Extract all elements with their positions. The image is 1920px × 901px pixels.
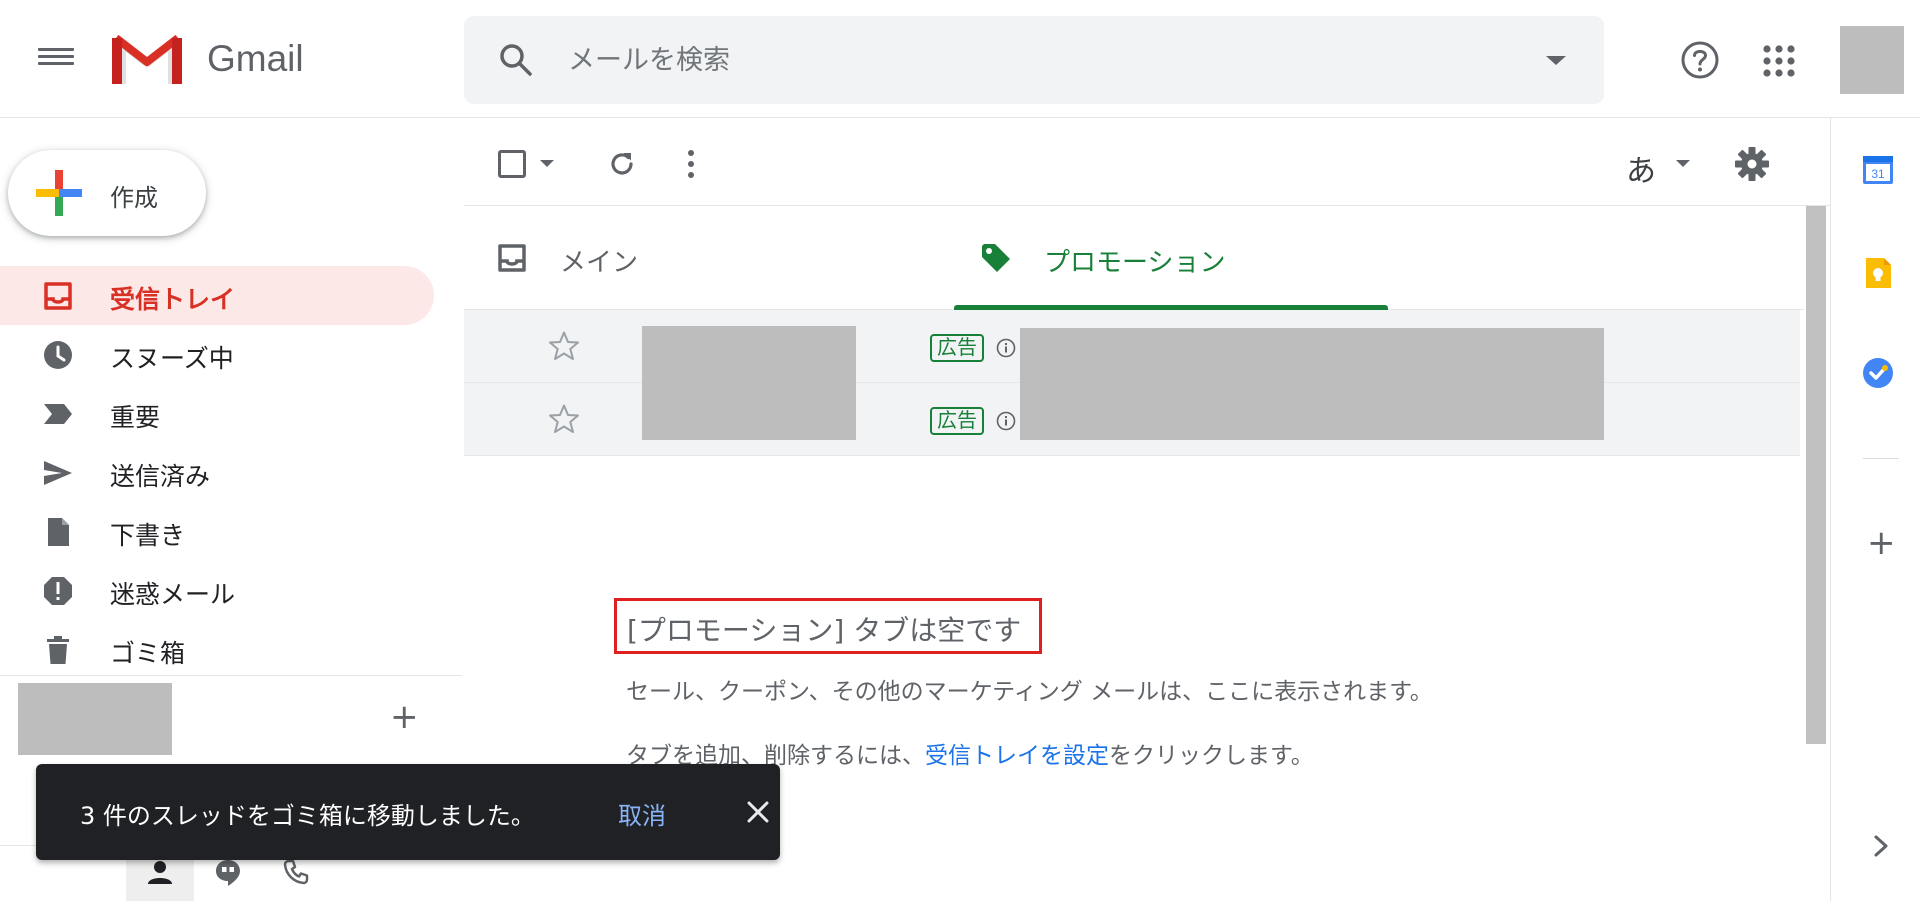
tab-main-label: メイン bbox=[560, 248, 639, 278]
draft-icon bbox=[48, 518, 69, 546]
sidebar-item-label: スヌーズ中 bbox=[110, 344, 234, 373]
tab-promotions-label: プロモーション bbox=[1044, 248, 1226, 278]
inbox-icon bbox=[44, 282, 72, 310]
chevron-right-icon[interactable] bbox=[1871, 834, 1891, 858]
snackbar: 3 件のスレッドをゴミ箱に移動しました。 取消 bbox=[36, 764, 780, 860]
input-tools-button[interactable]: あ bbox=[1626, 146, 1656, 190]
sidebar-item-sent[interactable]: 送信済み bbox=[0, 443, 434, 502]
redacted-sender bbox=[642, 326, 856, 440]
sidebar-item-drafts[interactable]: 下書き bbox=[0, 502, 434, 561]
hangouts-icon bbox=[216, 860, 240, 886]
send-icon bbox=[44, 461, 72, 485]
star-icon[interactable] bbox=[548, 330, 580, 362]
category-tabs: メイン プロモーション bbox=[464, 206, 1804, 310]
info-icon[interactable] bbox=[996, 338, 1016, 358]
side-panel: 31 + bbox=[1830, 118, 1920, 901]
search-options-dropdown-icon[interactable] bbox=[1546, 56, 1566, 65]
trash-icon bbox=[47, 636, 69, 664]
keep-icon[interactable] bbox=[1861, 256, 1895, 290]
refresh-icon[interactable] bbox=[606, 148, 638, 180]
compose-plus-icon bbox=[36, 170, 82, 216]
sidebar-item-label: 下書き bbox=[110, 521, 186, 550]
undo-button[interactable]: 取消 bbox=[618, 796, 666, 831]
person-icon bbox=[148, 861, 172, 884]
inbox-icon bbox=[498, 244, 526, 272]
sidebar-item-label: 送信済み bbox=[110, 462, 211, 491]
important-icon bbox=[44, 404, 72, 424]
account-avatar[interactable] bbox=[1840, 26, 1904, 94]
add-label-icon[interactable]: + bbox=[390, 700, 419, 734]
clock-icon bbox=[44, 341, 72, 369]
empty-state-description: セール、クーポン、その他のマーケティング メールは、ここに表示されます。 bbox=[626, 679, 1433, 705]
add-addon-icon[interactable]: + bbox=[1867, 526, 1896, 560]
sidebar-divider bbox=[0, 675, 462, 676]
inbox-settings-link[interactable]: 受信トレイを設定 bbox=[925, 743, 1109, 769]
sidebar-item-important[interactable]: 重要 bbox=[0, 384, 434, 443]
sidebar-item-inbox[interactable]: 受信トレイ bbox=[0, 266, 434, 325]
sidebar-item-trash[interactable]: ゴミ箱 bbox=[0, 620, 434, 679]
gmail-logo-icon[interactable] bbox=[110, 34, 184, 86]
tag-icon bbox=[982, 244, 1010, 272]
select-dropdown-icon[interactable] bbox=[540, 160, 554, 167]
snackbar-message: 3 件のスレッドをゴミ箱に移動しました。 bbox=[80, 802, 535, 830]
app-name: Gmail bbox=[207, 38, 304, 79]
sidebar-item-snoozed[interactable]: スヌーズ中 bbox=[0, 325, 434, 384]
search-icon[interactable] bbox=[498, 42, 534, 78]
spam-icon bbox=[44, 577, 72, 605]
empty-state-title: [プロモーション] タブは空です bbox=[627, 614, 1022, 647]
side-panel-divider bbox=[1863, 458, 1899, 459]
search-input[interactable] bbox=[568, 16, 1468, 104]
search-bar[interactable] bbox=[464, 16, 1604, 104]
select-all-checkbox[interactable] bbox=[498, 150, 526, 178]
compose-button[interactable]: 作成 bbox=[8, 150, 206, 236]
ad-badge: 広告 bbox=[930, 407, 984, 435]
sidebar-item-label: 受信トレイ bbox=[110, 285, 236, 314]
calendar-icon[interactable]: 31 bbox=[1861, 152, 1895, 186]
settings-gear-icon[interactable] bbox=[1734, 146, 1770, 182]
star-icon[interactable] bbox=[548, 403, 580, 435]
tab-promotions[interactable]: プロモーション bbox=[944, 206, 1388, 310]
main-menu-icon[interactable] bbox=[38, 44, 74, 78]
mail-toolbar: あ bbox=[464, 118, 1830, 206]
redacted-subject bbox=[1020, 328, 1604, 440]
top-header: Gmail bbox=[0, 0, 1920, 118]
main-scrollbar[interactable] bbox=[1806, 206, 1826, 744]
more-options-icon[interactable] bbox=[686, 148, 696, 180]
sidebar-item-label: 迷惑メール bbox=[110, 580, 236, 609]
tab-main[interactable]: メイン bbox=[464, 206, 944, 310]
google-apps-icon[interactable] bbox=[1762, 44, 1796, 78]
compose-label: 作成 bbox=[110, 184, 158, 212]
info-icon[interactable] bbox=[996, 411, 1016, 431]
close-icon[interactable] bbox=[744, 798, 772, 826]
hint-suffix: をクリックします。 bbox=[1109, 743, 1314, 769]
sidebar-item-label: ゴミ箱 bbox=[110, 639, 186, 668]
sidebar-item-label: 重要 bbox=[110, 403, 161, 432]
input-tools-dropdown-icon[interactable] bbox=[1676, 160, 1690, 167]
calendar-day-number: 31 bbox=[1871, 167, 1885, 181]
tasks-icon[interactable] bbox=[1861, 356, 1895, 390]
phone-icon bbox=[283, 859, 309, 885]
sidebar-item-spam[interactable]: 迷惑メール bbox=[0, 561, 434, 620]
help-icon[interactable] bbox=[1680, 40, 1720, 80]
ad-badge: 広告 bbox=[930, 334, 984, 362]
labels-section[interactable] bbox=[18, 683, 172, 755]
empty-state-title-highlight: [プロモーション] タブは空です bbox=[614, 598, 1042, 654]
